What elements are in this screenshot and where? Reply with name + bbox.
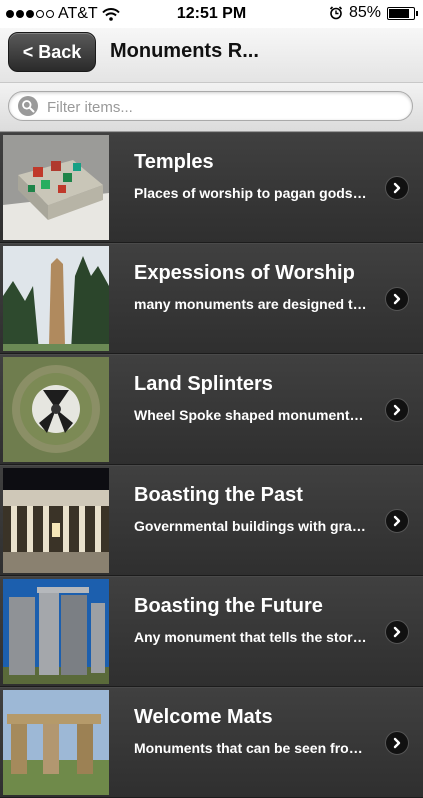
item-subtitle: Governmental buildings with grand column… bbox=[134, 518, 369, 534]
navigation-bar: < Back Monuments R... bbox=[0, 28, 423, 83]
search-input[interactable] bbox=[45, 94, 404, 120]
list-item-boasting-the-future[interactable]: Boasting the Future Any monument that te… bbox=[0, 576, 423, 687]
page-title: Monuments R... bbox=[110, 40, 259, 62]
item-title: Boasting the Past bbox=[134, 484, 303, 506]
item-subtitle: Monuments that can be seen from above bbox=[134, 740, 369, 756]
item-subtitle: Any monument that tells the story of the… bbox=[134, 629, 369, 645]
stone-slabs-thumbnail bbox=[3, 579, 109, 684]
list-item-land-splinters[interactable]: Land Splinters Wheel Spoke shaped monume… bbox=[0, 354, 423, 465]
obelisk-thumbnail bbox=[3, 246, 109, 351]
item-subtitle: many monuments are designed to honor bbox=[134, 296, 369, 312]
item-subtitle: Wheel Spoke shaped monuments across the … bbox=[134, 407, 369, 423]
search-icon bbox=[18, 96, 38, 116]
status-bar: AT&T 12:51 PM 85% bbox=[0, 0, 423, 28]
disclosure-chevron-icon[interactable] bbox=[385, 509, 409, 533]
item-title: Boasting the Future bbox=[134, 595, 323, 617]
item-title: Welcome Mats bbox=[134, 706, 273, 728]
memorial-thumbnail bbox=[3, 468, 109, 573]
battery-percent: 85% bbox=[348, 4, 381, 21]
temples-thumbnail bbox=[3, 135, 109, 240]
disclosure-chevron-icon[interactable] bbox=[385, 398, 409, 422]
monument-list: Temples Places of worship to pagan gods … bbox=[0, 132, 423, 798]
search-bar bbox=[0, 83, 423, 132]
item-title: Temples bbox=[134, 151, 214, 173]
stonehenge-thumbnail bbox=[3, 690, 109, 795]
back-button[interactable]: < Back bbox=[8, 32, 96, 72]
disclosure-chevron-icon[interactable] bbox=[385, 176, 409, 200]
item-title: Expessions of Worship bbox=[134, 262, 355, 284]
search-field[interactable] bbox=[8, 91, 413, 121]
alarm-icon bbox=[329, 6, 343, 20]
item-subtitle: Places of worship to pagan gods and godd… bbox=[134, 185, 369, 201]
disclosure-chevron-icon[interactable] bbox=[385, 731, 409, 755]
disclosure-chevron-icon[interactable] bbox=[385, 620, 409, 644]
list-item-boasting-the-past[interactable]: Boasting the Past Governmental buildings… bbox=[0, 465, 423, 576]
battery-group: 85% bbox=[329, 4, 418, 22]
aerial-monument-thumbnail bbox=[3, 357, 109, 462]
list-item-expessions-of-worship[interactable]: Expessions of Worship many monuments are… bbox=[0, 243, 423, 354]
item-title: Land Splinters bbox=[134, 373, 273, 395]
list-item-temples[interactable]: Temples Places of worship to pagan gods … bbox=[0, 132, 423, 243]
list-item-welcome-mats[interactable]: Welcome Mats Monuments that can be seen … bbox=[0, 687, 423, 798]
battery-icon bbox=[387, 6, 418, 20]
disclosure-chevron-icon[interactable] bbox=[385, 287, 409, 311]
